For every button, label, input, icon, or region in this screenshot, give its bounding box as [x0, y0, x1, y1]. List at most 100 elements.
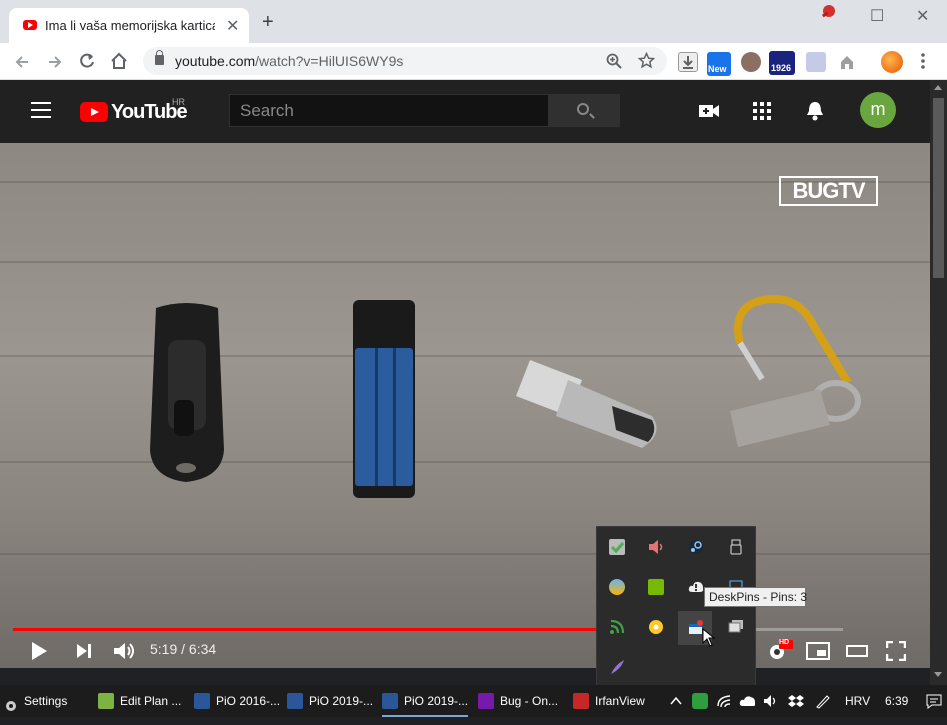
guide-menu-icon[interactable]	[31, 102, 51, 118]
speaker-muted-icon[interactable]	[648, 539, 664, 555]
taskbar-label: PiO 2019-...	[309, 694, 374, 708]
nvidia-icon[interactable]	[648, 579, 664, 595]
back-arrow-icon[interactable]	[13, 53, 31, 71]
zoom-icon[interactable]	[606, 53, 622, 69]
black-usb-drive-image	[150, 303, 224, 482]
fullscreen-icon[interactable]	[886, 641, 906, 661]
url-path: /watch?v=HilUIS6WY9s	[255, 53, 404, 69]
monitor-icon[interactable]	[728, 619, 744, 635]
system-tray-overflow	[596, 526, 756, 688]
tab-title: Ima li vaša memorijska kartica ili	[45, 18, 215, 33]
feather-icon[interactable]	[609, 659, 625, 675]
youtube-play-logo-icon	[80, 102, 108, 122]
safely-remove-check-icon[interactable]	[609, 539, 625, 555]
address-bar[interactable]: youtube.com/watch?v=HilUIS6WY9s	[143, 47, 667, 75]
chrome-menu-icon[interactable]	[918, 52, 928, 70]
show-hidden-icons-chevron-icon[interactable]	[669, 693, 685, 709]
reload-icon[interactable]	[78, 52, 96, 70]
window-close-button[interactable]: ✕	[916, 6, 929, 26]
blue-usb-drive-image	[353, 300, 415, 498]
create-video-icon[interactable]	[698, 102, 720, 120]
tab-close-icon[interactable]: ✕	[226, 16, 239, 36]
taskbar-word-pio-2019-a[interactable]: PiO 2019-...	[287, 685, 373, 717]
calendar-1926-label: 1926	[771, 63, 792, 73]
calendar-1926-extension-icon[interactable]: 1926	[769, 51, 795, 75]
taskbar-onenote-bug[interactable]: Bug - On...	[478, 685, 558, 717]
cloud-alert-icon[interactable]	[688, 579, 704, 595]
volume-icon[interactable]	[112, 640, 136, 662]
onedrive-cloud-icon[interactable]	[739, 693, 755, 709]
time-display: 5:19 / 6:34	[150, 641, 217, 657]
country-code: HR	[172, 97, 185, 107]
home-extension-icon[interactable]	[838, 53, 856, 71]
home-icon[interactable]	[110, 52, 128, 70]
page-scrollbar[interactable]	[930, 80, 947, 685]
new-extension-icon[interactable]: New	[707, 52, 731, 76]
cookie-extension-icon[interactable]	[741, 52, 761, 72]
taskbar-label: Edit Plan ...	[120, 694, 182, 708]
apps-grid-icon[interactable]	[752, 101, 772, 121]
pen-workspace-icon[interactable]	[815, 693, 831, 709]
search-button[interactable]	[548, 94, 620, 127]
language-indicator[interactable]: HRV	[845, 694, 870, 708]
lock-icon[interactable]	[155, 50, 164, 65]
chrome-like-icon[interactable]	[609, 579, 625, 595]
window-maximize-button[interactable]: ☐	[870, 6, 884, 26]
paint-extension-icon[interactable]	[806, 52, 826, 72]
rss-icon[interactable]	[609, 619, 625, 635]
new-tab-button[interactable]: +	[262, 12, 274, 32]
play-icon[interactable]	[30, 641, 48, 661]
onenote-app-icon	[478, 692, 494, 709]
deskpins-tooltip: DeskPins - Pins: 3	[704, 587, 807, 607]
wifi-icon[interactable]	[716, 693, 732, 709]
youtube-masthead: YouTube HR m	[0, 80, 930, 143]
volume-speaker-icon[interactable]	[763, 693, 779, 709]
windows-taskbar: Settings Edit Plan ... PiO 2016-... PiO …	[0, 685, 947, 717]
taskbar-word-pio-2019-b[interactable]: PiO 2019-...	[382, 685, 469, 717]
word-app-icon	[287, 692, 303, 709]
taskbar-label: IrfanView	[595, 694, 645, 708]
notifications-bell-icon[interactable]	[805, 100, 825, 122]
scrollbar-thumb[interactable]	[933, 98, 944, 278]
mouse-cursor-icon	[702, 628, 716, 647]
scroll-up-arrow-icon[interactable]	[934, 85, 942, 90]
profile-avatar-icon[interactable]	[881, 51, 903, 73]
download-extension-icon[interactable]	[678, 52, 698, 72]
search-input[interactable]	[230, 95, 548, 126]
security-shield-icon[interactable]	[692, 693, 708, 709]
wood-grain-line	[0, 553, 930, 555]
next-video-icon[interactable]	[75, 641, 93, 661]
scroll-down-arrow-icon[interactable]	[934, 672, 942, 677]
miniplayer-icon[interactable]	[806, 642, 830, 660]
bugtv-watermark: BUGTV	[779, 176, 878, 206]
action-center-icon[interactable]	[926, 693, 942, 709]
settings-gear-icon	[4, 693, 18, 711]
profile-badge-icon[interactable]	[819, 3, 837, 21]
search-icon	[577, 103, 589, 115]
taskbar-word-pio-2016[interactable]: PiO 2016-...	[194, 685, 280, 717]
taskbar-settings[interactable]: Settings	[4, 685, 67, 717]
bookmark-star-icon[interactable]	[638, 52, 655, 69]
word-app-icon	[382, 692, 398, 709]
account-avatar[interactable]: m	[860, 92, 896, 128]
silver-usb-drive-image	[516, 360, 657, 448]
browser-tab-active[interactable]: Ima li vaša memorijska kartica ili ✕	[9, 8, 249, 43]
usb-drive-icon[interactable]	[728, 539, 744, 555]
system-clock[interactable]: 6:39	[885, 694, 908, 708]
url-text[interactable]: youtube.com/watch?v=HilUIS6WY9s	[175, 53, 403, 69]
disc-icon[interactable]	[648, 619, 664, 635]
theater-mode-icon[interactable]	[846, 643, 868, 659]
wood-grain-line	[0, 461, 930, 463]
steam-icon[interactable]	[688, 539, 704, 555]
edit-plan-app-icon	[98, 692, 114, 709]
tab-strip: Ima li vaša memorijska kartica ili ✕ + ☐…	[0, 0, 947, 43]
taskbar-irfanview[interactable]: IrfanView	[573, 685, 645, 717]
forward-arrow-icon[interactable]	[46, 53, 64, 71]
taskbar-label: PiO 2019-...	[404, 694, 469, 708]
url-host: youtube.com	[175, 53, 256, 69]
new-extension-label: New	[708, 64, 727, 74]
irfanview-app-icon	[573, 692, 589, 709]
taskbar-edit-plan[interactable]: Edit Plan ...	[98, 685, 181, 717]
search-box[interactable]	[229, 94, 549, 127]
dropbox-icon[interactable]	[788, 693, 804, 709]
